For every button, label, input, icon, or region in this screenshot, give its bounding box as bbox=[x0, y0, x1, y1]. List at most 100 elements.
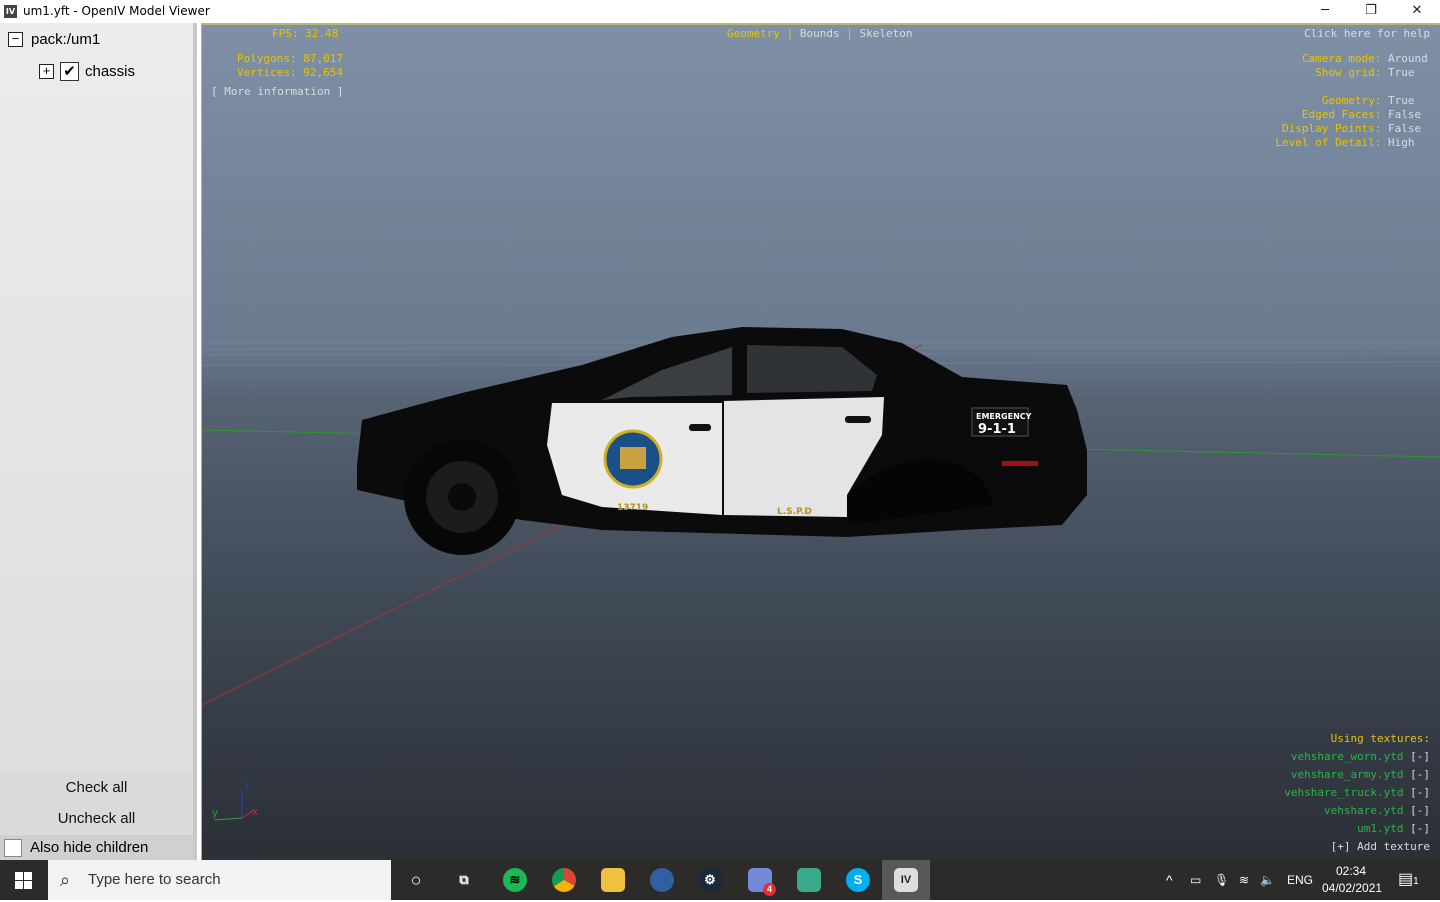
openiv-taskbar-button[interactable]: IV bbox=[882, 860, 930, 900]
car-911-text: 9-1-1 bbox=[978, 422, 1016, 437]
texture-item: um1.ytd [-] bbox=[1284, 820, 1430, 838]
texture-name: vehshare_army.ytd bbox=[1290, 768, 1404, 781]
texture-item: vehshare.ytd [-] bbox=[1284, 802, 1430, 820]
setting-value: True bbox=[1388, 66, 1415, 79]
car-unit-number: 13719 bbox=[617, 503, 648, 513]
uncheck-all-button[interactable]: Uncheck all bbox=[0, 804, 193, 834]
setting-geometry[interactable]: Geometry: True bbox=[1275, 94, 1430, 108]
setting-value: Around bbox=[1388, 52, 1428, 65]
search-placeholder: Type here to search bbox=[88, 871, 221, 888]
openiv-icon: IV bbox=[894, 868, 918, 892]
expand-icon[interactable]: + bbox=[39, 64, 54, 79]
car-dept-text: L.S.P.D bbox=[777, 507, 812, 517]
add-texture-button[interactable]: [+] Add texture bbox=[1284, 838, 1430, 856]
discord-icon[interactable]: 4 bbox=[748, 868, 776, 896]
texture-name: vehshare_truck.ytd bbox=[1284, 786, 1404, 799]
setting-level-of-detail[interactable]: Level of Detail: High bbox=[1275, 136, 1430, 150]
more-information-link[interactable]: [ More information ] bbox=[211, 85, 343, 99]
tree-root-node[interactable]: − pack:/um1 bbox=[8, 31, 100, 48]
tab-bounds[interactable]: Bounds bbox=[800, 27, 840, 40]
also-hide-children-checkbox[interactable] bbox=[4, 838, 22, 857]
task-view-icon[interactable]: ⧉ bbox=[452, 868, 476, 892]
texture-item: vehshare_army.ytd [-] bbox=[1284, 766, 1430, 784]
textures-panel: Using textures: vehshare_worn.ytd [-] ve… bbox=[1284, 730, 1430, 856]
notification-count: 1 bbox=[1413, 876, 1419, 887]
chrome-icon[interactable] bbox=[552, 868, 576, 892]
steam-icon[interactable]: ⚙ bbox=[698, 868, 722, 892]
texture-name: vehshare_worn.ytd bbox=[1290, 750, 1404, 763]
help-link[interactable]: Click here for help bbox=[1304, 27, 1430, 41]
police-car bbox=[357, 327, 1087, 555]
remove-texture-button[interactable]: [-] bbox=[1410, 768, 1430, 781]
remove-texture-button[interactable]: [-] bbox=[1410, 804, 1430, 817]
setting-label: Level of Detail: bbox=[1275, 136, 1382, 149]
clock[interactable]: 02:34 04/02/2021 bbox=[1322, 863, 1383, 897]
texture-item: vehshare_truck.ytd [-] bbox=[1284, 784, 1430, 802]
setting-show-grid[interactable]: Show grid: True bbox=[1275, 66, 1430, 80]
also-hide-children-option[interactable]: Also hide children bbox=[0, 835, 193, 860]
setting-value: False bbox=[1388, 122, 1422, 135]
axis-z-label: z bbox=[244, 780, 250, 791]
tree-node-label: chassis bbox=[85, 63, 136, 80]
chassis-checkbox[interactable]: ✔ bbox=[60, 62, 79, 81]
file-explorer-icon[interactable] bbox=[601, 868, 625, 892]
setting-label: Show grid: bbox=[1315, 66, 1382, 79]
texture-name: um1.ytd bbox=[1357, 822, 1404, 835]
cortana-icon[interactable]: ○ bbox=[404, 868, 428, 892]
vertices-count: Vertices: 92,654 bbox=[237, 66, 343, 79]
check-all-button[interactable]: Check all bbox=[0, 773, 193, 803]
collapse-icon[interactable]: − bbox=[8, 32, 23, 47]
setting-camera-mode[interactable]: Camera mode: Around bbox=[1275, 52, 1430, 66]
discord-badge: 4 bbox=[763, 883, 776, 896]
car-emergency-text: EMERGENCY bbox=[976, 412, 1032, 421]
skype-icon[interactable]: S bbox=[846, 868, 870, 892]
volume-icon[interactable]: 🔈 bbox=[1260, 860, 1275, 900]
close-button[interactable]: ✕ bbox=[1394, 0, 1440, 23]
setting-value: True bbox=[1388, 94, 1415, 107]
setting-edged-faces[interactable]: Edged Faces: False bbox=[1275, 108, 1430, 122]
separator: | bbox=[786, 27, 794, 40]
title-bar: IV um1.yft - OpenIV Model Viewer ─ ❐ ✕ bbox=[0, 0, 1440, 23]
texture-item: vehshare_worn.ytd [-] bbox=[1284, 748, 1430, 766]
viewer-settings: Camera mode: Around Show grid: True Geom… bbox=[1275, 52, 1430, 150]
wifi-icon[interactable]: ≋ bbox=[1239, 860, 1249, 900]
chat-app-icon[interactable] bbox=[797, 868, 821, 892]
microphone-icon[interactable]: 🎙 bbox=[1214, 860, 1229, 900]
windows-start-icon[interactable] bbox=[15, 872, 32, 889]
setting-display-points[interactable]: Display Points: False bbox=[1275, 122, 1430, 136]
notifications-icon[interactable]: ▤1 bbox=[1398, 860, 1419, 902]
remove-texture-button[interactable]: [-] bbox=[1410, 786, 1430, 799]
remove-texture-button[interactable]: [-] bbox=[1410, 822, 1430, 835]
3d-viewport[interactable]: EMERGENCY 9-1-1 13719 L.S.P.D z y x FPS:… bbox=[201, 23, 1440, 860]
tab-geometry[interactable]: Geometry bbox=[727, 27, 780, 40]
openiv-app-icon: IV bbox=[4, 5, 17, 18]
search-icon: ⌕ bbox=[60, 870, 71, 890]
restore-button[interactable]: ❐ bbox=[1348, 0, 1394, 23]
window-title: um1.yft - OpenIV Model Viewer bbox=[23, 4, 210, 18]
language-indicator[interactable]: ENG bbox=[1287, 860, 1313, 900]
separator: | bbox=[846, 27, 853, 40]
also-hide-children-label: Also hide children bbox=[30, 839, 149, 856]
axis-y-label: y bbox=[212, 808, 218, 819]
textures-title: Using textures: bbox=[1330, 732, 1430, 745]
clock-time: 02:34 bbox=[1335, 864, 1367, 878]
remove-texture-button[interactable]: [-] bbox=[1410, 750, 1430, 763]
show-hidden-icons[interactable]: ^ bbox=[1166, 860, 1173, 900]
windows-taskbar: ⌕ Type here to search ○ ⧉ ≋ ⚙ 4 S IV ^ ▭… bbox=[0, 860, 1440, 900]
setting-label: Geometry: bbox=[1321, 94, 1382, 107]
app-icon[interactable] bbox=[650, 868, 674, 892]
spotify-icon[interactable]: ≋ bbox=[503, 868, 527, 892]
setting-label: Edged Faces: bbox=[1301, 108, 1382, 121]
setting-value: False bbox=[1388, 108, 1422, 121]
model-tree-panel: − pack:/um1 + ✔ chassis Check all Unchec… bbox=[0, 23, 197, 860]
tree-node-chassis[interactable]: + ✔ chassis bbox=[39, 62, 135, 81]
setting-label: Camera mode: bbox=[1301, 52, 1382, 65]
scene: EMERGENCY 9-1-1 13719 L.S.P.D z y x bbox=[202, 327, 1440, 821]
clock-date: 04/02/2021 bbox=[1322, 881, 1383, 895]
tab-skeleton[interactable]: Skeleton bbox=[859, 27, 912, 40]
fps-counter: FPS: 32.48 bbox=[272, 27, 339, 40]
minimize-button[interactable]: ─ bbox=[1302, 0, 1348, 23]
meet-now-icon[interactable]: ▭ bbox=[1190, 860, 1201, 900]
taskbar-search-box[interactable]: ⌕ Type here to search bbox=[48, 860, 391, 900]
view-mode-tabs: Geometry | Bounds | Skeleton bbox=[727, 27, 912, 41]
